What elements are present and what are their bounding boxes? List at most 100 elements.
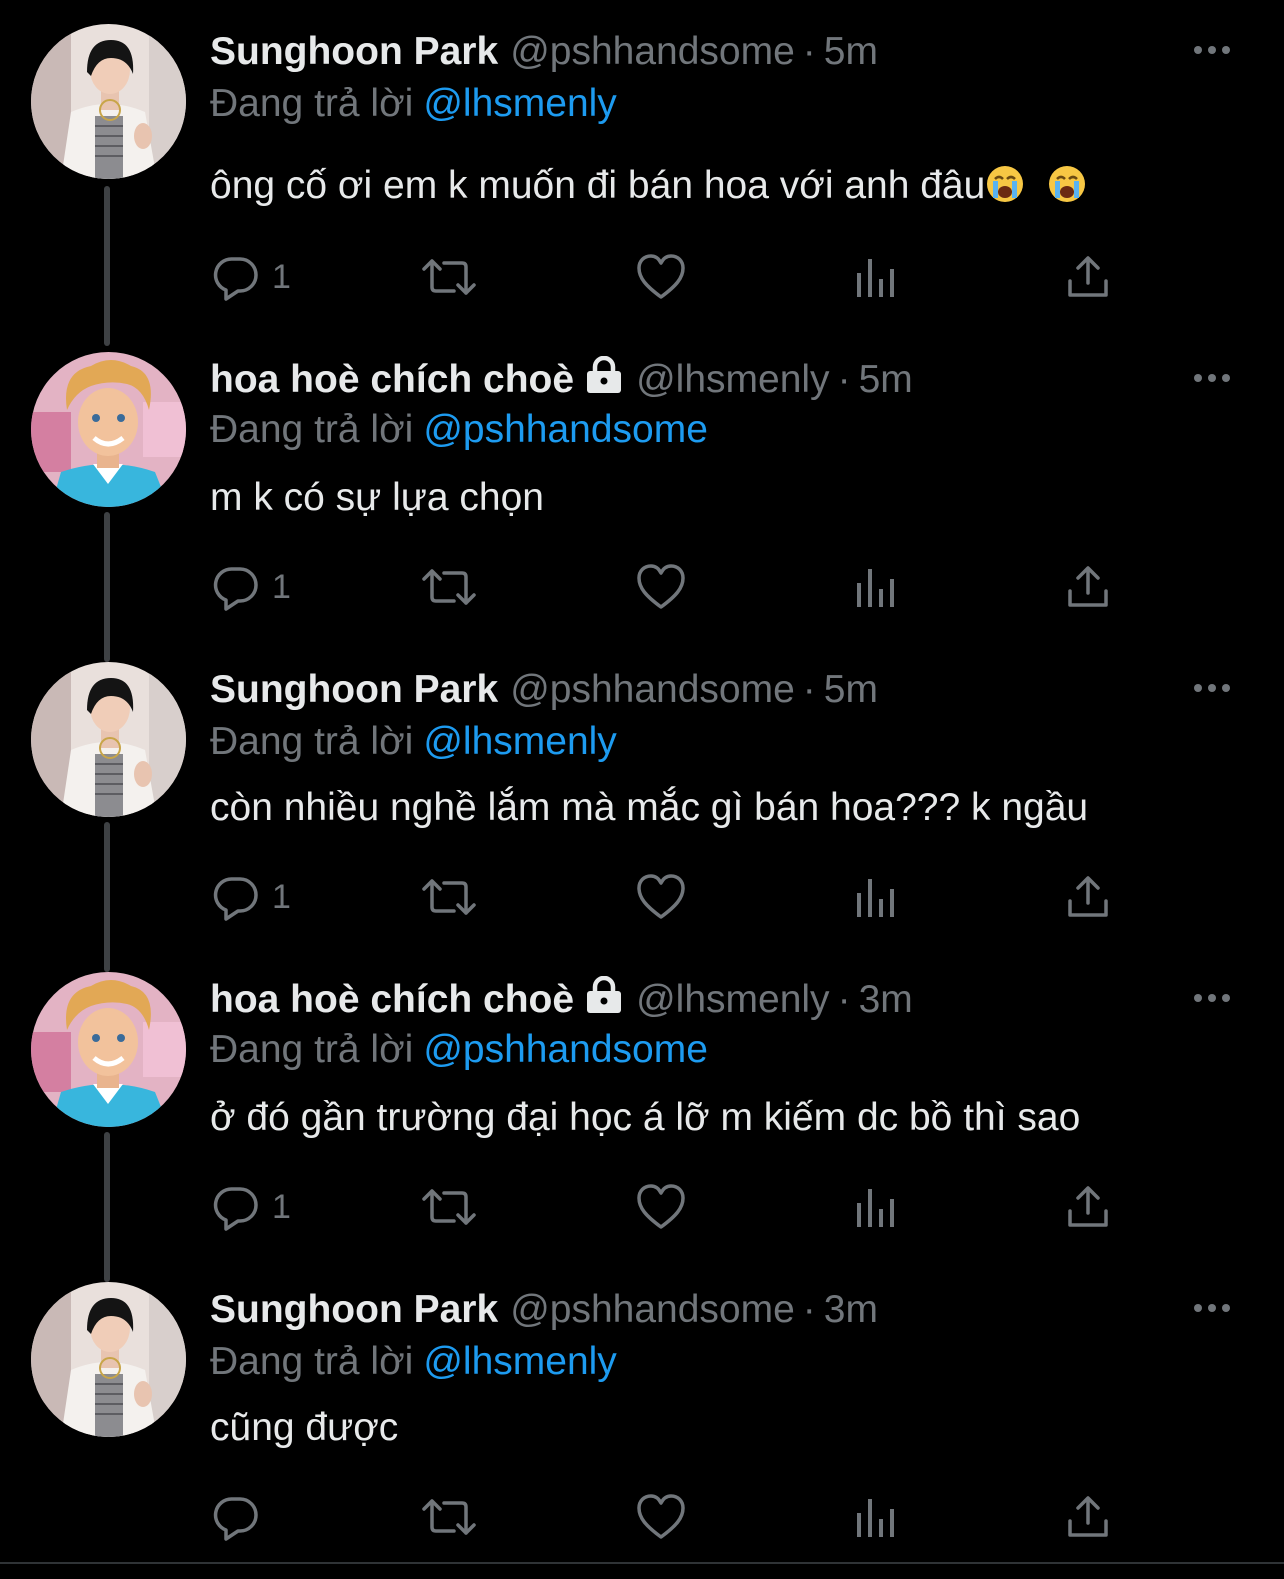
handle[interactable]: @pshhandsome — [510, 30, 795, 73]
heart-icon — [636, 873, 686, 921]
more-icon[interactable] — [1193, 40, 1231, 65]
handle[interactable]: @pshhandsome — [510, 668, 795, 711]
avatar[interactable] — [31, 972, 186, 1127]
tweet-header: hoa hoè chích choè @lhsmenly · 5m — [210, 355, 913, 404]
timestamp[interactable]: 3m — [824, 1288, 878, 1331]
tweet-text: cũng được — [210, 1404, 398, 1452]
mention-link[interactable]: @lhsmenly — [423, 82, 616, 125]
retweet-button[interactable] — [420, 869, 478, 925]
timestamp[interactable]: 3m — [859, 978, 913, 1021]
share-icon — [1066, 873, 1110, 921]
mention-link[interactable]: @pshhandsome — [423, 1028, 708, 1071]
share-button[interactable] — [1066, 1179, 1110, 1235]
replying-label: Đang trả lời — [210, 1028, 414, 1071]
retweet-button[interactable] — [420, 1179, 478, 1235]
avatar[interactable] — [31, 1282, 186, 1437]
handle[interactable]: @lhsmenly — [636, 358, 829, 401]
tweet-text-body: cũng được — [210, 1406, 399, 1449]
replying-to: Đang trả lời @lhsmenly — [210, 80, 617, 128]
views-button[interactable] — [855, 559, 895, 615]
retweet-button[interactable] — [420, 1489, 478, 1545]
timestamp[interactable]: 5m — [824, 30, 878, 73]
loudly-crying-face-emoji-icon — [985, 164, 1025, 216]
share-icon — [1066, 563, 1110, 611]
more-icon[interactable] — [1193, 988, 1231, 1013]
views-icon — [855, 253, 895, 301]
like-button[interactable] — [636, 1179, 686, 1235]
like-button[interactable] — [636, 559, 686, 615]
mention-link[interactable]: @lhsmenly — [423, 1340, 616, 1383]
heart-icon — [636, 1183, 686, 1231]
views-button[interactable] — [855, 1489, 895, 1545]
reply-button[interactable]: 1 — [212, 869, 291, 925]
share-button[interactable] — [1066, 559, 1110, 615]
tweet-text-body: ông cố ơi em k muốn đi bán hoa với anh đ… — [210, 164, 986, 207]
replying-label: Đang trả lời — [210, 720, 414, 763]
heart-icon — [636, 253, 686, 301]
display-name[interactable]: Sunghoon Park — [210, 668, 498, 711]
tweet-text: ông cố ơi em k muốn đi bán hoa với anh đ… — [210, 162, 1087, 216]
tweet-meta: @pshhandsome · 5m — [510, 668, 878, 711]
timestamp[interactable]: 5m — [824, 668, 878, 711]
reply-button[interactable]: 1 — [212, 1179, 291, 1235]
retweet-icon — [420, 1493, 478, 1541]
views-button[interactable] — [855, 1179, 895, 1235]
more-icon[interactable] — [1193, 678, 1231, 703]
replying-label: Đang trả lời — [210, 1340, 414, 1383]
mention-link[interactable]: @pshhandsome — [423, 408, 708, 451]
share-button[interactable] — [1066, 1489, 1110, 1545]
mention-link[interactable]: @lhsmenly — [423, 720, 616, 763]
tweet-meta: @pshhandsome · 3m — [510, 1288, 878, 1331]
reply-icon — [212, 1183, 260, 1231]
tweet-text-body: ở đó gần trường đại học á lỡ m kiếm dc b… — [210, 1096, 1081, 1139]
replying-to: Đang trả lời @pshhandsome — [210, 1026, 708, 1074]
retweet-button[interactable] — [420, 249, 478, 305]
tweet-actions — [0, 1489, 1284, 1545]
separator-dot: · — [802, 30, 816, 73]
avatar[interactable] — [31, 662, 186, 817]
share-button[interactable] — [1066, 249, 1110, 305]
like-button[interactable] — [636, 1489, 686, 1545]
views-icon — [855, 873, 895, 921]
more-icon[interactable] — [1193, 368, 1231, 393]
tweet-header: Sunghoon Park @pshhandsome · 5m — [210, 28, 878, 76]
timestamp[interactable]: 5m — [859, 358, 913, 401]
display-name[interactable]: hoa hoè chích choè — [210, 358, 574, 401]
reply-button[interactable] — [212, 1489, 272, 1545]
retweet-icon — [420, 1183, 478, 1231]
tweet-actions: 1 — [0, 1179, 1284, 1235]
avatar[interactable] — [31, 24, 186, 179]
reply-button[interactable]: 1 — [212, 559, 291, 615]
handle[interactable]: @lhsmenly — [636, 978, 829, 1021]
loudly-crying-face-emoji-icon — [1047, 164, 1087, 216]
views-icon — [855, 1493, 895, 1541]
display-name[interactable]: Sunghoon Park — [210, 1288, 498, 1331]
replying-to: Đang trả lời @lhsmenly — [210, 718, 617, 766]
tweet-text: m k có sự lựa chọn — [210, 474, 544, 522]
avatar[interactable] — [31, 352, 186, 507]
tweet-text-body: m k có sự lựa chọn — [210, 476, 544, 519]
more-icon[interactable] — [1193, 1298, 1231, 1323]
tweet-actions: 1 — [0, 559, 1284, 615]
retweet-icon — [420, 253, 478, 301]
reply-button[interactable]: 1 — [212, 249, 291, 305]
display-name[interactable]: hoa hoè chích choè — [210, 978, 574, 1021]
tweet-actions: 1 — [0, 869, 1284, 925]
handle[interactable]: @pshhandsome — [510, 1288, 795, 1331]
like-button[interactable] — [636, 249, 686, 305]
retweet-button[interactable] — [420, 559, 478, 615]
reply-icon — [212, 873, 260, 921]
reply-count: 1 — [272, 567, 291, 606]
replying-to: Đang trả lời @lhsmenly — [210, 1338, 617, 1386]
retweet-icon — [420, 873, 478, 921]
share-button[interactable] — [1066, 869, 1110, 925]
display-name[interactable]: Sunghoon Park — [210, 30, 498, 73]
views-button[interactable] — [855, 249, 895, 305]
share-icon — [1066, 1183, 1110, 1231]
tweet-text: ở đó gần trường đại học á lỡ m kiếm dc b… — [210, 1094, 1080, 1142]
reply-count: 1 — [272, 1187, 291, 1226]
share-icon — [1066, 1493, 1110, 1541]
views-button[interactable] — [855, 869, 895, 925]
like-button[interactable] — [636, 869, 686, 925]
reply-count: 1 — [272, 877, 291, 916]
